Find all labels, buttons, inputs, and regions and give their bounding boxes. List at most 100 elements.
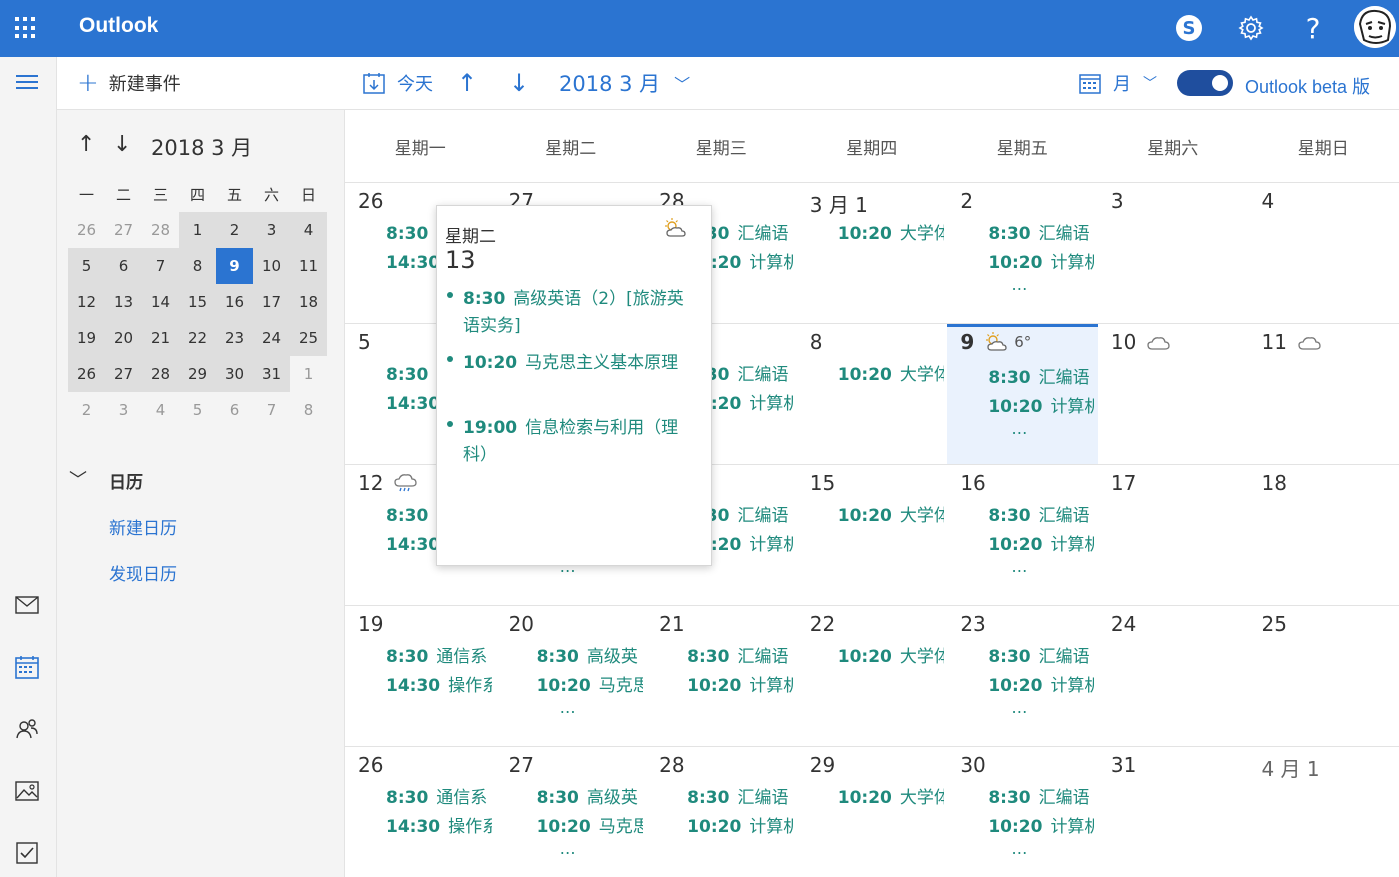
- event-item[interactable]: 10:20 大学体: [838, 642, 944, 667]
- mini-calendar-day[interactable]: 6: [105, 248, 142, 284]
- mini-calendar-day[interactable]: 4: [290, 212, 327, 248]
- event-item[interactable]: 10:20 马克思: [537, 671, 643, 696]
- day-cell[interactable]: 10: [1098, 324, 1249, 464]
- event-item[interactable]: 8:30 通信系: [386, 783, 492, 808]
- more-events-link[interactable]: …: [1011, 419, 1028, 438]
- mini-calendar-day[interactable]: 20: [105, 320, 142, 356]
- mini-calendar-day[interactable]: 8: [179, 248, 216, 284]
- mini-calendar-day[interactable]: 27: [105, 356, 142, 392]
- day-cell[interactable]: 8 10:20 大学体: [797, 324, 948, 464]
- event-item[interactable]: 8:30 汇编语: [988, 642, 1094, 667]
- day-cell[interactable]: 30 8:30 汇编语 10:20 计算机…: [947, 747, 1098, 877]
- event-item[interactable]: 10:20 大学体: [838, 783, 944, 808]
- day-cell[interactable]: 288:30 汇编语 10:20 计算机: [646, 747, 797, 877]
- day-cell[interactable]: 11: [1248, 324, 1399, 464]
- popup-event[interactable]: 8:30 高级英语（2）[旅游英语实务]: [463, 286, 693, 340]
- day-cell[interactable]: 3 月 1 10:20 大学体: [797, 183, 948, 323]
- previous-month-button[interactable]: ↑: [457, 69, 477, 97]
- event-item[interactable]: 10:20 计算机: [988, 671, 1094, 696]
- chevron-down-icon[interactable]: ﹀: [69, 466, 87, 492]
- skype-icon[interactable]: S: [1170, 9, 1208, 47]
- mini-calendar-day[interactable]: 15: [179, 284, 216, 320]
- day-cell[interactable]: 22 10:20 大学体: [797, 606, 948, 746]
- mini-calendar-day[interactable]: 3: [105, 392, 142, 428]
- calendar-icon[interactable]: [13, 653, 41, 681]
- event-item[interactable]: 8:30 高级英: [537, 783, 643, 808]
- next-month-button[interactable]: ↓: [509, 69, 529, 97]
- people-icon[interactable]: [13, 715, 41, 743]
- beta-toggle[interactable]: [1177, 70, 1233, 96]
- day-cell[interactable]: 4: [1248, 183, 1399, 323]
- event-item[interactable]: 10:20 计算机: [988, 392, 1094, 417]
- new-calendar-link[interactable]: 新建日历: [109, 514, 177, 539]
- popup-event[interactable]: 19:00 信息检索与利用（理科）: [463, 415, 693, 469]
- mini-calendar-day[interactable]: 3: [253, 212, 290, 248]
- more-events-link[interactable]: …: [1011, 557, 1028, 576]
- mini-calendar-day[interactable]: 1: [290, 356, 327, 392]
- mini-calendar-day[interactable]: 22: [179, 320, 216, 356]
- mini-calendar-day[interactable]: 30: [216, 356, 253, 392]
- day-cell[interactable]: 19 8:30 通信系 14:30 操作系: [345, 606, 496, 746]
- mini-calendar-day[interactable]: 29: [179, 356, 216, 392]
- event-item[interactable]: 10:20 马克思: [537, 812, 643, 837]
- popup-event[interactable]: 10:20 马克思主义基本原理: [463, 350, 693, 377]
- event-item[interactable]: 10:20 计算机: [687, 671, 793, 696]
- event-item[interactable]: 8:30 汇编语: [988, 363, 1094, 388]
- mini-calendar-day[interactable]: 10: [253, 248, 290, 284]
- day-cell[interactable]: 2 8:30 汇编语 10:20 计算机…: [947, 183, 1098, 323]
- mini-calendar-day[interactable]: 13: [105, 284, 142, 320]
- mini-calendar-day[interactable]: 1: [179, 212, 216, 248]
- mini-calendar-day[interactable]: 31: [253, 356, 290, 392]
- day-cell[interactable]: 268:30 通信系 14:30 操作系: [345, 747, 496, 877]
- event-item[interactable]: 8:30 通信系: [386, 642, 492, 667]
- mini-calendar-day[interactable]: 28: [142, 212, 179, 248]
- event-item[interactable]: 14:30 操作系: [386, 812, 492, 837]
- calendars-section-label[interactable]: 日历: [109, 468, 143, 493]
- day-cell[interactable]: 15 10:20 大学体: [797, 465, 948, 605]
- gear-icon[interactable]: [1232, 9, 1270, 47]
- more-events-link[interactable]: …: [1011, 275, 1028, 294]
- event-item[interactable]: 10:20 大学体: [838, 501, 944, 526]
- mini-calendar-day[interactable]: 21: [142, 320, 179, 356]
- more-events-link[interactable]: …: [560, 839, 577, 858]
- mini-calendar-day[interactable]: 17: [253, 284, 290, 320]
- mini-calendar-day[interactable]: 16: [216, 284, 253, 320]
- mini-calendar-day[interactable]: 2: [68, 392, 105, 428]
- day-cell[interactable]: 9 6° 8:30 汇编语 10:20 计算机…: [947, 324, 1098, 464]
- mini-calendar-next-button[interactable]: ↓: [113, 132, 131, 157]
- mini-calendar-day[interactable]: 12: [68, 284, 105, 320]
- day-cell[interactable]: 3: [1098, 183, 1249, 323]
- mini-calendar-day[interactable]: 18: [290, 284, 327, 320]
- event-item[interactable]: 10:20 大学体: [838, 360, 944, 385]
- new-event-button[interactable]: + 新建事件: [77, 68, 181, 98]
- discover-calendar-link[interactable]: 发现日历: [109, 560, 177, 585]
- mini-calendar-day[interactable]: 11: [290, 248, 327, 284]
- avatar[interactable]: [1354, 6, 1396, 48]
- mini-calendar-day[interactable]: 14: [142, 284, 179, 320]
- mini-calendar-day[interactable]: 7: [142, 248, 179, 284]
- mini-calendar-day[interactable]: 25: [290, 320, 327, 356]
- day-cell[interactable]: 31: [1098, 747, 1249, 877]
- app-launcher-icon[interactable]: [15, 17, 37, 39]
- mini-calendar-prev-button[interactable]: ↑: [77, 132, 95, 157]
- day-cell[interactable]: 18: [1248, 465, 1399, 605]
- app-title[interactable]: Outlook: [79, 14, 158, 38]
- mini-calendar-day[interactable]: 24: [253, 320, 290, 356]
- help-icon[interactable]: ?: [1294, 9, 1332, 47]
- event-item[interactable]: 10:20 计算机: [687, 812, 793, 837]
- mini-calendar-day[interactable]: 27: [105, 212, 142, 248]
- hamburger-menu-icon[interactable]: [16, 75, 38, 91]
- day-cell[interactable]: 20 8:30 高级英 10:20 马克思…: [496, 606, 647, 746]
- mini-calendar-day[interactable]: 6: [216, 392, 253, 428]
- photos-icon[interactable]: [13, 777, 41, 805]
- event-item[interactable]: 10:20 计算机: [988, 248, 1094, 273]
- mini-calendar-day[interactable]: 7: [253, 392, 290, 428]
- more-events-link[interactable]: …: [560, 698, 577, 717]
- mini-calendar-day[interactable]: 28: [142, 356, 179, 392]
- day-cell[interactable]: 24: [1098, 606, 1249, 746]
- event-item[interactable]: 8:30 汇编语: [687, 783, 793, 808]
- event-item[interactable]: 10:20 计算机: [988, 530, 1094, 555]
- day-cell[interactable]: 27 8:30 高级英 10:20 马克思…: [496, 747, 647, 877]
- mini-calendar-day[interactable]: 4: [142, 392, 179, 428]
- mini-calendar-day[interactable]: 19: [68, 320, 105, 356]
